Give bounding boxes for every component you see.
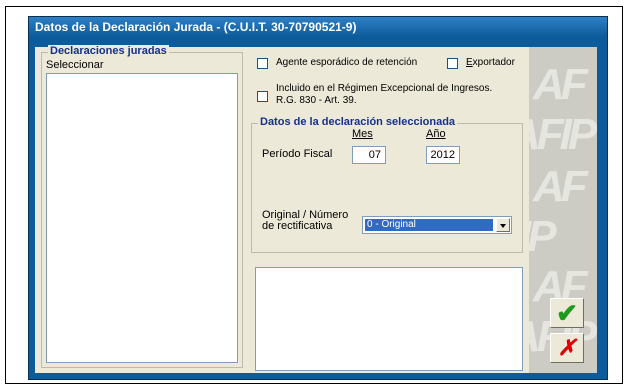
agente-label: Agente esporádico de retención <box>276 57 418 68</box>
exportador-checkbox-row[interactable]: Exportador <box>447 57 515 69</box>
regimen-label-line1: Incluido en el Régimen Excepcional de In… <box>276 83 493 94</box>
original-select-dropdown-button[interactable] <box>496 218 510 232</box>
checkmark-icon: ✔ <box>556 298 578 328</box>
anio-input[interactable]: 2012 <box>426 146 460 164</box>
regimen-label: Incluido en el Régimen Excepcional de In… <box>276 83 492 107</box>
dialog-client-area: AF AFIP AF IP AF AFIP Declaraciones jura… <box>35 45 597 373</box>
original-select-value: 0 - Original <box>365 219 493 231</box>
declaraciones-group: Declaraciones juradas Seleccionar <box>41 45 243 368</box>
cancel-button[interactable]: ✗ <box>550 333 584 363</box>
mes-input[interactable]: 07 <box>352 146 386 164</box>
declaraciones-group-label: Declaraciones juradas <box>48 45 169 57</box>
mes-label: Mes <box>352 128 373 140</box>
agente-checkbox-row[interactable]: Agente esporádico de retención <box>257 57 417 69</box>
window-title: Datos de la Declaración Jurada - (C.U.I.… <box>35 20 357 34</box>
title-bar[interactable]: Datos de la Declaración Jurada - (C.U.I.… <box>29 17 607 37</box>
exportador-label: Exportador <box>466 57 515 68</box>
watermark-logo: AFIP <box>529 110 597 159</box>
x-cancel-icon: ✗ <box>557 335 577 360</box>
datos-group-label: Datos de la declaración seleccionada <box>258 116 458 128</box>
original-select[interactable]: 0 - Original <box>362 216 512 234</box>
regimen-checkbox[interactable] <box>257 91 268 102</box>
original-label: Original / Número de rectificativa <box>262 210 348 232</box>
regimen-checkbox-row[interactable]: Incluido en el Régimen Excepcional de In… <box>257 83 492 107</box>
observaciones-textarea[interactable] <box>255 267 523 371</box>
periodo-fiscal-label: Período Fiscal <box>262 148 333 160</box>
accept-button[interactable]: ✔ <box>550 298 584 328</box>
dialog-window: Datos de la Declaración Jurada - (C.U.I.… <box>28 16 608 380</box>
chevron-down-icon <box>500 224 506 228</box>
datos-group: Datos de la declaración seleccionada Mes… <box>251 116 523 253</box>
exportador-checkbox[interactable] <box>447 58 458 69</box>
regimen-label-line2: R.G. 830 - Art. 39. <box>276 95 357 106</box>
agente-checkbox[interactable] <box>257 58 268 69</box>
anio-label: Año <box>426 128 446 140</box>
seleccionar-label: Seleccionar <box>46 59 104 71</box>
original-label-line2: de rectificativa <box>262 220 333 232</box>
declaraciones-listbox[interactable] <box>46 73 238 363</box>
